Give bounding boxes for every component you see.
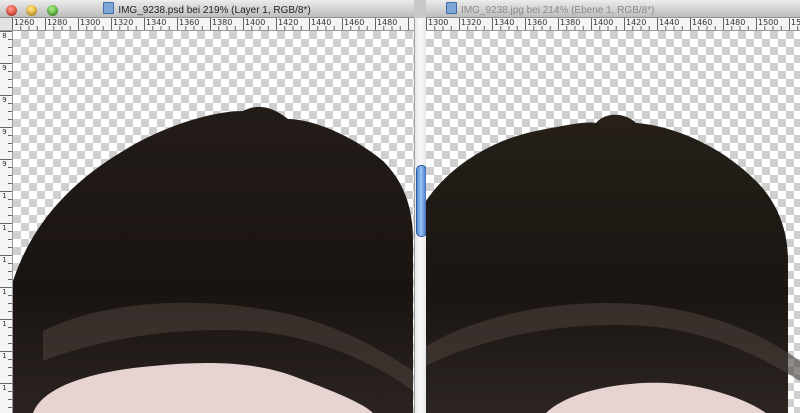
ruler-label: 1400 [593,18,614,27]
title-bar[interactable]: IMG_9238.psd bei 219% (Layer 1, RGB/8*) [0,0,414,18]
title-bar[interactable]: IMG_9238.jpg bei 214% (Ebene 1, RGB/8*) [426,0,800,18]
ruler-label: 1280 [47,18,68,27]
ruler-label: 1260 [14,18,35,27]
ruler-label: 1380 [212,18,233,27]
document-icon [103,2,115,14]
vertical-ruler[interactable]: 8 9 9 9 9 1 1 1 1 1 1 1 [0,31,13,413]
window-title-text: IMG_9238.jpg bei 214% (Ebene 1, RGB/8*) [461,5,655,16]
ruler-label: 1340 [494,18,515,27]
ruler-label: 1 [2,320,7,328]
document-icon [446,2,457,14]
ruler-label: 1520 [791,18,800,27]
ruler-label: 1440 [311,18,332,27]
ruler-label: 9 [2,96,7,104]
ruler-label: 1 [2,192,7,200]
ruler-label: 1 [2,224,7,232]
ruler-label: 1 [2,256,7,264]
ruler-label: 1480 [725,18,746,27]
ruler-label: 1320 [461,18,482,27]
ruler-label: 1320 [113,18,134,27]
ruler-label: 1380 [560,18,581,27]
hair-image [13,106,413,413]
ruler-label: 1420 [626,18,647,27]
horizontal-ruler[interactable]: 1300 1320 1340 1360 1380 1400 1420 1440 1460 1480… [426,18,800,31]
image-canvas[interactable] [426,31,800,413]
hair-image [426,114,800,413]
window-title: IMG_9238.jpg bei 214% (Ebene 1, RGB/8*) [426,2,800,16]
ruler-label: 1300 [428,18,449,27]
ruler-label: 1460 [344,18,365,27]
image-canvas[interactable] [13,31,414,413]
ruler-label: 1 [2,352,7,360]
ruler-label: 9 [2,160,7,168]
ruler-label: 1460 [692,18,713,27]
ruler-label: 1360 [527,18,548,27]
ruler-label: 1 [2,384,7,392]
window-title: IMG_9238.psd bei 219% (Layer 1, RGB/8*) [0,2,414,16]
horizontal-ruler[interactable]: 1260 1280 1300 1320 1340 1360 1380 1400 1420 1440… [12,18,414,31]
ruler-label: 1300 [80,18,101,27]
ruler-label: 8 [2,32,7,40]
ruler-label: 1340 [146,18,167,27]
document-window-jpg[interactable]: IMG_9238.jpg bei 214% (Ebene 1, RGB/8*) … [426,0,800,413]
ruler-label: 9 [2,64,7,72]
ruler-label: 1480 [377,18,398,27]
ruler-label: 1400 [245,18,266,27]
hair-shape [426,114,788,413]
ruler-label: 1500 [758,18,779,27]
ruler-label: 9 [2,128,7,136]
ruler-label: 1440 [659,18,680,27]
document-window-psd[interactable]: IMG_9238.psd bei 219% (Layer 1, RGB/8*) … [0,0,414,413]
ruler-label: 1 [2,288,7,296]
ruler-label: 1360 [179,18,200,27]
window-title-text: IMG_9238.psd bei 219% (Layer 1, RGB/8*) [118,5,311,16]
ruler-label: 1420 [278,18,299,27]
